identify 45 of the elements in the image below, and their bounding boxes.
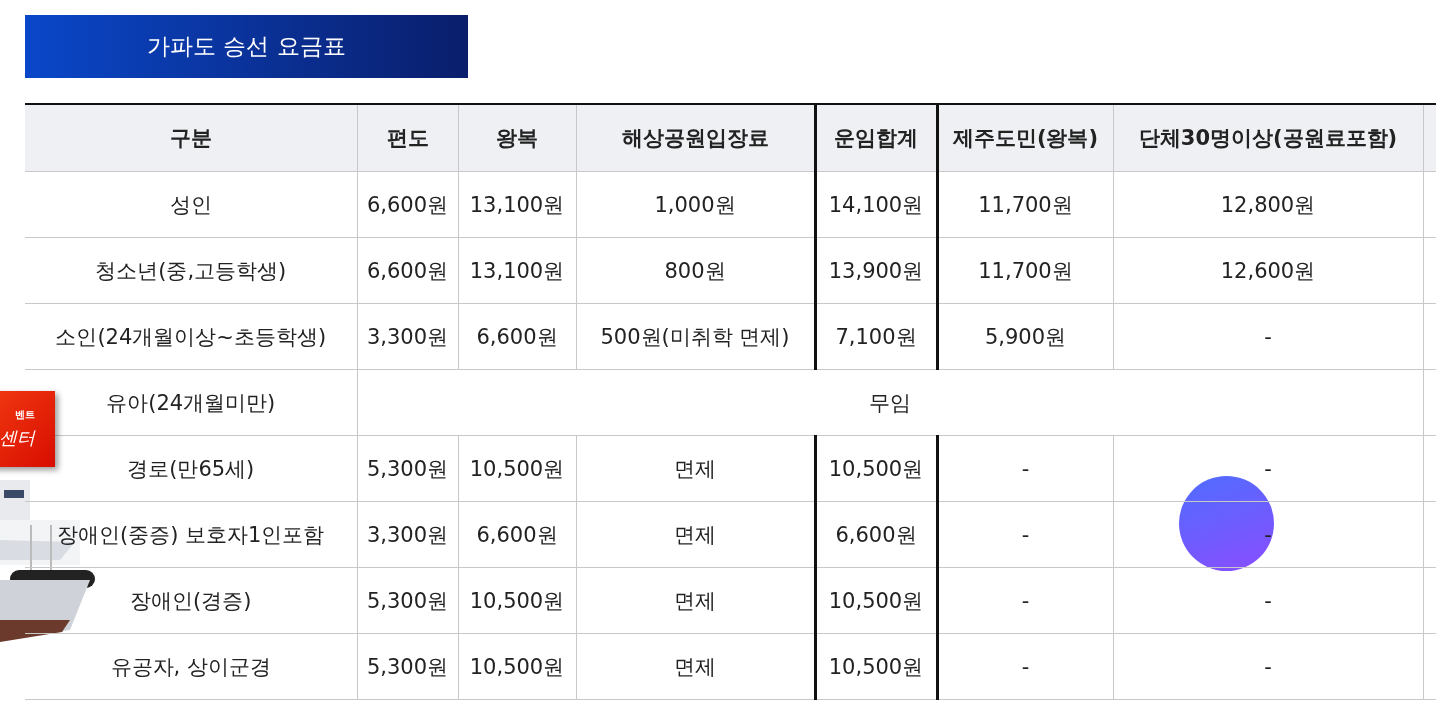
table-cell: 무임 <box>357 369 1423 436</box>
table-cell: 소인(24개월이상~초등학생) <box>25 303 357 370</box>
table-cell: 10,500원 <box>458 567 576 634</box>
table-cell: 6,600원 <box>357 237 458 304</box>
table-cell: - <box>1113 303 1423 370</box>
table-cell: - <box>937 435 1113 502</box>
column-header: 단체30명이상(공원료포함) <box>1113 104 1423 172</box>
table-cell: 청소년(중,고등학생) <box>25 237 357 304</box>
table-cell: 14,100원 <box>815 171 937 238</box>
table-cell: 11,700원 <box>937 237 1113 304</box>
table-cell: 6,600원 <box>357 171 458 238</box>
table-cell: 12,600원 <box>1113 237 1423 304</box>
table-cell: - <box>937 633 1113 700</box>
table-cell: - <box>1113 633 1423 700</box>
table-cell: 10,500원 <box>815 633 937 700</box>
table-cell: 10,500원 <box>458 633 576 700</box>
table-cell: 11,700원 <box>937 171 1113 238</box>
table-cell: 5,300원 <box>357 633 458 700</box>
table-cell: 10,500원 <box>815 435 937 502</box>
table-cell: 10,500원 <box>458 435 576 502</box>
table-cell: - <box>937 567 1113 634</box>
table-cell: 5,300원 <box>357 435 458 502</box>
table-cell: 5,900원 <box>937 303 1113 370</box>
table-cell: 5,300원 <box>357 567 458 634</box>
table-cell: 6,600원 <box>458 501 576 568</box>
table-cell: 3,300원 <box>357 303 458 370</box>
column-header: 운임합계 <box>815 104 937 172</box>
table-cell: 13,900원 <box>815 237 937 304</box>
banner-text: 벤트 <box>15 408 35 422</box>
column-header: 구분 <box>25 104 357 172</box>
table-cell: 12,800원 <box>1113 171 1423 238</box>
column-header: 해상공원입장료 <box>576 104 815 172</box>
table-cell: 성인 <box>25 171 357 238</box>
table-cell: 3,300원 <box>357 501 458 568</box>
column-header: 제주도민(왕복) <box>937 104 1113 172</box>
table-cell: 6,600원 <box>815 501 937 568</box>
table-cell: 10,500원 <box>815 567 937 634</box>
table-cell: 6,600원 <box>458 303 576 370</box>
table-cell: - <box>937 501 1113 568</box>
section-title: 가파도 승선 요금표 <box>25 15 468 78</box>
column-header: 편도 <box>357 104 458 172</box>
table-cell: 13,100원 <box>458 237 576 304</box>
column-header: 왕복 <box>458 104 576 172</box>
table-cell: 7,100원 <box>815 303 937 370</box>
table-cell: 13,100원 <box>458 171 576 238</box>
